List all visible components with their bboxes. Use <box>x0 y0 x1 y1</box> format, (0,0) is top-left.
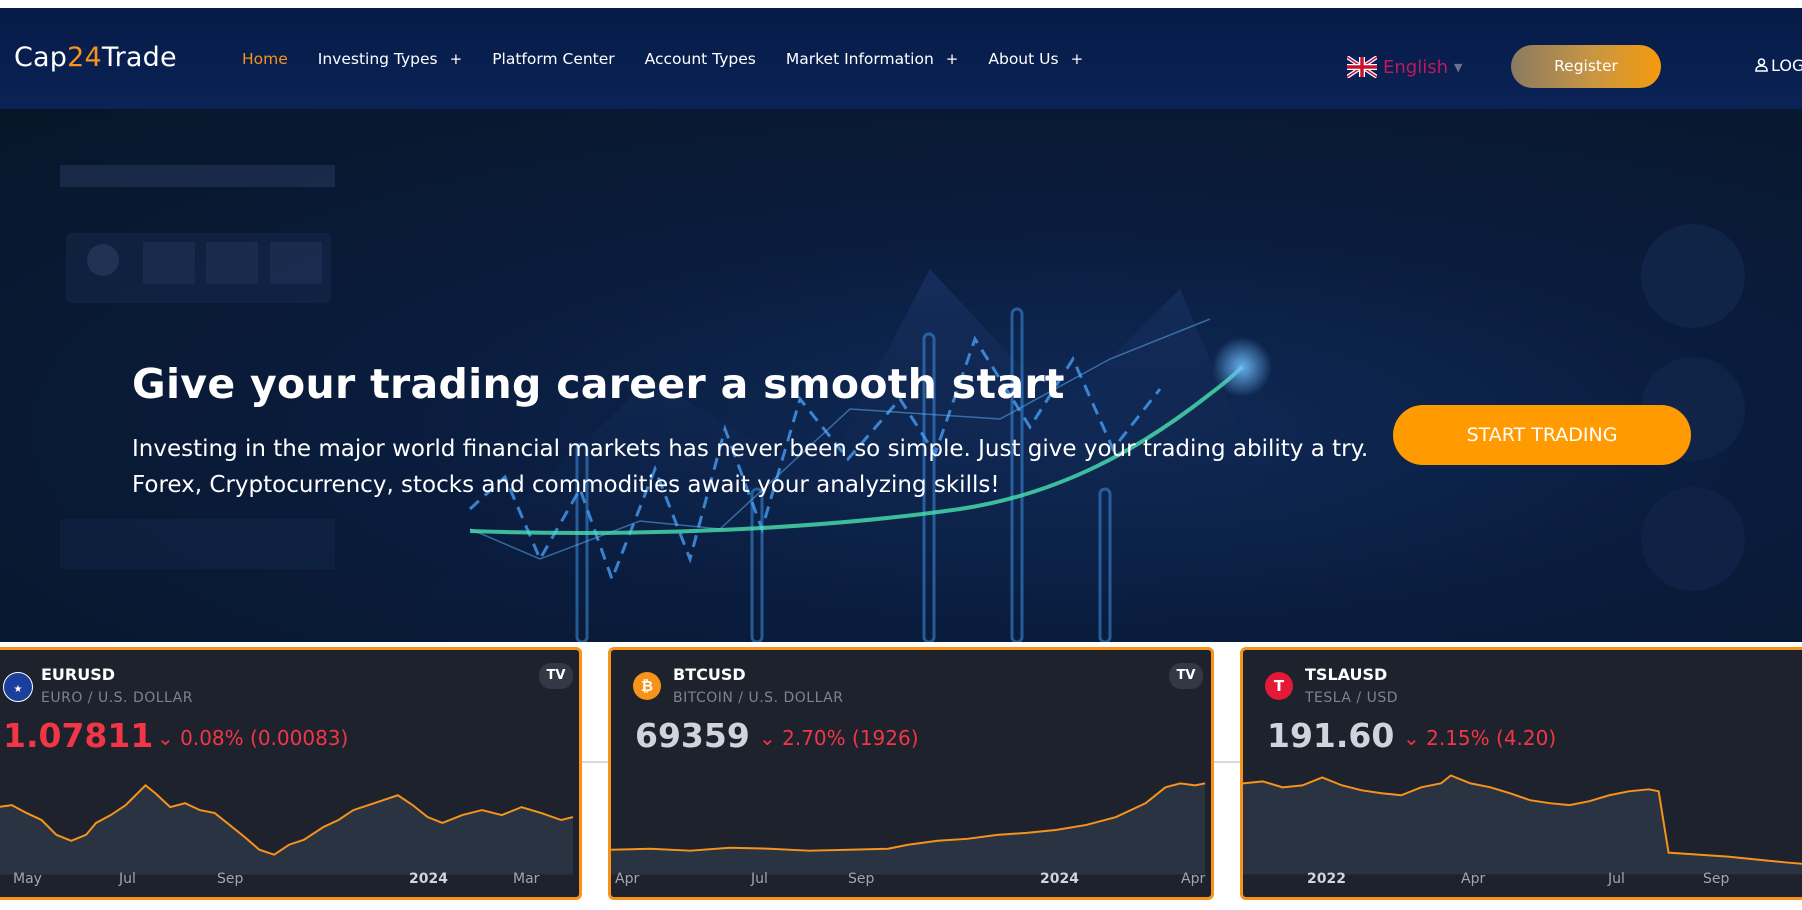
nav-item-investing-types[interactable]: Investing Types + <box>318 50 462 68</box>
ticker-price: 1.07811 <box>3 716 154 755</box>
top-strip <box>0 0 1802 8</box>
ticker-symbol: EURUSD <box>41 665 116 684</box>
register-button[interactable]: Register <box>1511 45 1661 88</box>
ticker-sparkline <box>0 784 574 875</box>
hero-subtitle: Investing in the major world financial m… <box>132 436 1369 498</box>
axis-label: 2024 <box>409 871 448 887</box>
ticker-card-eurusd[interactable]: ★ EURUSD EURO / U.S. DOLLAR 1.07811 ⌄ 0.… <box>0 647 582 900</box>
user-icon <box>1755 58 1768 72</box>
nav-item-market-information[interactable]: Market Information + <box>786 50 959 68</box>
ticker-change: ⌄ 2.70% (1926) <box>759 726 919 750</box>
axis-label: Mar <box>513 871 540 887</box>
connector-line <box>1214 761 1240 763</box>
bitcoin-icon: ₿ <box>633 672 661 700</box>
login-label: LOG <box>1771 56 1802 75</box>
tesla-icon: T <box>1265 672 1293 700</box>
nav-item-label: Investing Types <box>317 50 438 68</box>
plus-icon: + <box>449 50 463 68</box>
axis-label: Jul <box>1608 871 1625 887</box>
connector-line <box>582 761 608 763</box>
ticker-symbol: BTCUSD <box>673 665 746 684</box>
ticker-price: 191.60 <box>1267 716 1395 755</box>
axis-label: Jul <box>751 871 768 887</box>
brand-part2: Trade <box>101 42 177 73</box>
ticker-price: 69359 <box>635 716 750 755</box>
ticker-sparkline <box>611 782 1206 875</box>
ticker-sparkline <box>1243 774 1802 875</box>
brand-logo[interactable]: Cap24Trade <box>14 42 177 73</box>
nav-item-label: Home <box>242 50 288 68</box>
axis-label: Apr <box>1461 871 1486 887</box>
start-trading-button[interactable]: START TRADING <box>1393 405 1691 465</box>
nav-item-label: Account Types <box>644 50 756 68</box>
ticker-description: TESLA / USD <box>1305 690 1399 706</box>
axis-label: May <box>13 871 42 887</box>
hero-section: Give your trading career a smooth start … <box>0 109 1802 642</box>
nav-item-label: About Us <box>988 50 1059 68</box>
ticker-description: BITCOIN / U.S. DOLLAR <box>673 690 844 706</box>
tradingview-logo-icon[interactable]: TV <box>1169 663 1203 689</box>
ticker-change: ⌄ 0.08% (0.00083) <box>157 726 349 750</box>
nav-item-home[interactable]: Home <box>242 50 288 68</box>
nav-item-about-us[interactable]: About Us + <box>988 50 1083 68</box>
hero-title: Give your trading career a smooth start <box>132 360 1065 408</box>
axis-label: 2024 <box>1040 871 1079 887</box>
eu-us-flag-icon: ★ <box>3 672 33 702</box>
axis-label: Sep <box>848 871 875 887</box>
language-label: English <box>1383 56 1448 78</box>
chevron-down-icon: ⌄ <box>157 726 181 750</box>
brand-accent: 24 <box>67 42 102 73</box>
axis-label: Sep <box>1703 871 1730 887</box>
language-selector[interactable]: English ▼ <box>1347 56 1462 78</box>
uk-flag-icon <box>1347 56 1377 78</box>
axis-label: Apr <box>1181 871 1206 887</box>
axis-label: Sep <box>217 871 244 887</box>
axis-label: 2022 <box>1307 871 1346 887</box>
chevron-down-icon: ⌄ <box>1403 726 1427 750</box>
axis-label: Apr <box>615 871 640 887</box>
ticker-symbol: TSLAUSD <box>1305 665 1388 684</box>
chevron-down-icon: ⌄ <box>759 726 783 750</box>
tradingview-logo-icon[interactable]: TV <box>539 663 573 689</box>
ticker-change: ⌄ 2.15% (4.20) <box>1403 726 1557 750</box>
plus-icon: + <box>1070 50 1084 68</box>
ticker-description: EURO / U.S. DOLLAR <box>41 690 193 706</box>
brand-part1: Cap <box>14 42 68 73</box>
login-link[interactable]: LOG <box>1755 56 1802 75</box>
navbar: Cap24Trade Home Investing Types + Platform … <box>0 8 1802 109</box>
ticker-card-tslausd[interactable]: T TSLAUSD TESLA / USD 191.60 ⌄ 2.15% (4.… <box>1240 647 1802 900</box>
nav-item-account-types[interactable]: Account Types <box>645 50 756 68</box>
ticker-card-btcusd[interactable]: ₿ BTCUSD BITCOIN / U.S. DOLLAR 69359 ⌄ 2… <box>608 647 1214 900</box>
plus-icon: + <box>945 50 959 68</box>
caret-down-icon: ▼ <box>1454 60 1463 74</box>
nav-item-platform-center[interactable]: Platform Center <box>492 50 614 68</box>
axis-label: Jul <box>119 871 136 887</box>
nav-item-label: Market Information <box>785 50 934 68</box>
main-nav: Home Investing Types + Platform Center Accou… <box>242 50 1113 68</box>
nav-item-label: Platform Center <box>492 50 615 68</box>
